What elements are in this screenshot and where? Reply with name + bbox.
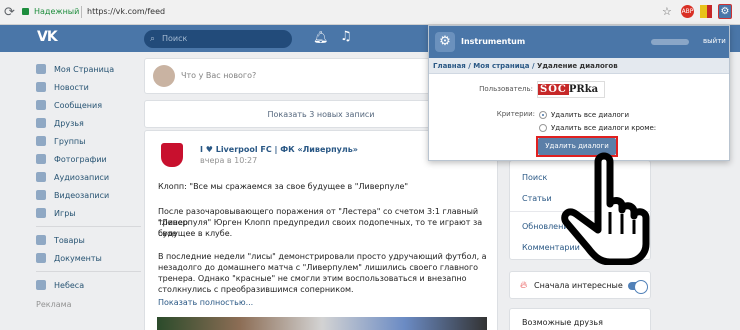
- possible-friends-title: Возможные друзья: [522, 318, 603, 327]
- menu-label: Фотографии: [54, 154, 107, 164]
- post-date[interactable]: вчера в 10:27: [200, 156, 257, 165]
- logo-red-part: SOC: [538, 84, 569, 95]
- menu-item-audio[interactable]: Аудиозаписи: [36, 168, 141, 186]
- news-icon: [36, 82, 46, 92]
- menu-label: Небеса: [54, 280, 85, 290]
- extension-icon-part: [707, 5, 712, 18]
- gear-icon: ⚙: [435, 32, 455, 52]
- post-text-line: будущее в клубе.: [158, 229, 233, 238]
- fire-icon: 🔥︎: [520, 280, 528, 291]
- menu-label: Моя Страница: [54, 64, 115, 74]
- crumb-current: Удаление диалогов: [536, 62, 618, 70]
- app-icon: [36, 280, 46, 290]
- menu-divider: [36, 226, 141, 227]
- post-text-line: незадолго до домашнего матча с "Ливерпул…: [158, 263, 479, 272]
- documents-icon: [36, 253, 46, 263]
- menu-label: Товары: [54, 235, 85, 245]
- post-text-line: тренера. Однако "красные" не смогли этим…: [158, 274, 467, 283]
- menu-label: Друзья: [54, 118, 84, 128]
- instrumentum-popup: ⚙ Instrumentum выйти Главная / Моя стран…: [428, 25, 730, 161]
- menu-label: Новости: [54, 82, 89, 92]
- pointing-hand-cursor-icon: [561, 152, 650, 265]
- goods-icon: [36, 235, 46, 245]
- radio-delete-except[interactable]: [539, 124, 547, 132]
- breadcrumb: Главная / Моя страница / Удаление диалог…: [429, 58, 729, 74]
- possible-friends-block: Возможные друзья: [509, 308, 651, 330]
- menu-item-friends[interactable]: Друзья: [36, 114, 141, 132]
- divider: [81, 6, 82, 18]
- avatar[interactable]: [153, 65, 175, 87]
- radio-delete-all[interactable]: [539, 111, 547, 119]
- post-text-line: столкнулись с преобразившимся соперником…: [158, 285, 354, 294]
- criteria-label: Критерии:: [496, 110, 535, 118]
- audio-icon: [36, 172, 46, 182]
- messages-icon: [36, 100, 46, 110]
- post-text-line: В последние недели "лисы" демонстрировал…: [158, 252, 487, 261]
- menu-item-video[interactable]: Видеозаписи: [36, 186, 141, 204]
- compose-placeholder: Что у Вас нового?: [181, 71, 257, 80]
- popup-username-blurred: [651, 39, 689, 45]
- option-delete-all-label[interactable]: Удалить все диалоги: [551, 111, 629, 119]
- menu-item-messages[interactable]: Сообщения: [36, 96, 141, 114]
- menu-label: Аудиозаписи: [54, 172, 110, 182]
- menu-item-news[interactable]: Новости: [36, 78, 141, 96]
- ads-label[interactable]: Реклама: [36, 300, 141, 309]
- lock-icon: [22, 8, 29, 15]
- menu-label: Видеозаписи: [54, 190, 110, 200]
- music-icon[interactable]: ♫: [340, 29, 352, 44]
- search-placeholder: Поиск: [162, 34, 188, 43]
- crumb-main[interactable]: Главная: [433, 62, 466, 70]
- logo-dark-part: PRka: [568, 84, 599, 95]
- menu-item-my-page[interactable]: Моя Страница: [36, 60, 141, 78]
- popup-header: ⚙ Instrumentum выйти: [429, 26, 729, 58]
- logout-link[interactable]: выйти: [703, 37, 726, 45]
- option-delete-except-label[interactable]: Удалить все диалоги кроме:: [551, 124, 656, 132]
- liverpool-crest-icon[interactable]: [161, 143, 183, 167]
- crumb-page[interactable]: Моя страница: [473, 62, 529, 70]
- reload-icon[interactable]: ⟳: [4, 5, 15, 20]
- menu-item-goods[interactable]: Товары: [36, 231, 141, 249]
- menu-label: Документы: [54, 253, 102, 263]
- secure-label: Надежный: [34, 7, 80, 16]
- extension-icon[interactable]: [700, 5, 707, 18]
- filter-search[interactable]: Поиск: [522, 173, 547, 182]
- post-image[interactable]: [157, 317, 487, 330]
- browser-toolbar: ⟳ Надежный https://vk.com/feed ☆ ABP ⚙: [0, 0, 740, 25]
- home-icon: [36, 64, 46, 74]
- adblock-extension-icon[interactable]: ABP: [681, 5, 694, 18]
- groups-icon: [36, 136, 46, 146]
- interesting-first-label: Сначала интересные: [534, 281, 623, 290]
- friends-icon: [36, 118, 46, 128]
- menu-item-heavens[interactable]: Небеса: [36, 276, 141, 294]
- menu-item-groups[interactable]: Группы: [36, 132, 141, 150]
- menu-item-documents[interactable]: Документы: [36, 249, 141, 267]
- left-menu: Моя Страница Новости Сообщения Друзья Гр…: [36, 60, 141, 309]
- filter-articles[interactable]: Статьи: [522, 194, 552, 203]
- menu-label: Игры: [54, 208, 76, 218]
- menu-item-games[interactable]: Игры: [36, 204, 141, 222]
- menu-label: Группы: [54, 136, 86, 146]
- user-label: Пользователь:: [479, 85, 533, 93]
- popup-app-name: Instrumentum: [461, 37, 526, 46]
- games-icon: [36, 208, 46, 218]
- menu-divider: [36, 271, 141, 272]
- notifications-bell-icon[interactable]: 🔔︎: [313, 30, 328, 44]
- photos-icon: [36, 154, 46, 164]
- menu-item-photos[interactable]: Фотографии: [36, 150, 141, 168]
- video-icon: [36, 190, 46, 200]
- vk-logo[interactable]: VK: [37, 29, 58, 45]
- interesting-first-toggle-row: 🔥︎ Сначала интересные: [509, 271, 651, 299]
- post-text-line: Клопп: "Все мы сражаемся за свое будущее…: [158, 182, 409, 191]
- interesting-first-toggle[interactable]: [628, 280, 648, 294]
- bookmark-star-icon[interactable]: ☆: [662, 5, 672, 18]
- post-author[interactable]: I ♥ Liverpool FC | ФК «Ливерпуль»: [200, 145, 358, 154]
- search-icon: ⌕: [150, 34, 156, 44]
- instrumentum-extension-icon[interactable]: ⚙: [718, 4, 732, 19]
- search-input[interactable]: ⌕ Поиск: [144, 30, 292, 48]
- address-bar[interactable]: https://vk.com/feed: [87, 7, 165, 16]
- show-more-link[interactable]: Показать полностью...: [158, 298, 253, 307]
- menu-label: Сообщения: [54, 100, 103, 110]
- socprka-logo: SOC PRka: [537, 81, 605, 98]
